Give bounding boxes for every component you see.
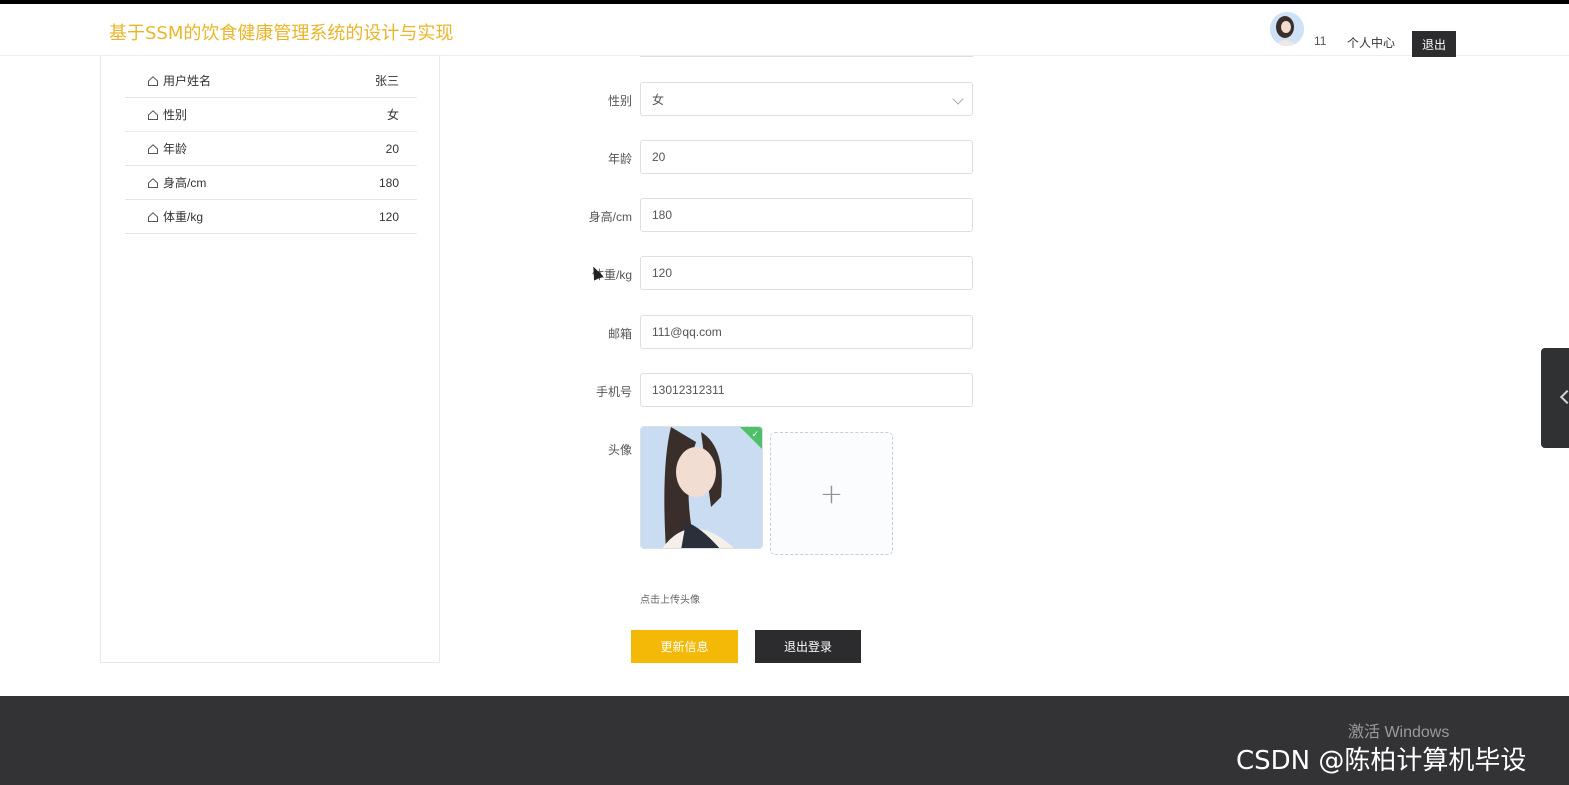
check-icon: ✓ (751, 429, 759, 439)
info-row-height: 身高/cm 180 (125, 166, 417, 200)
user-avatar[interactable] (1270, 12, 1304, 46)
uploaded-avatar-image[interactable]: ✓ (640, 426, 763, 549)
user-center-link[interactable]: 个人中心 (1347, 34, 1395, 51)
age-input[interactable]: 20 (640, 140, 973, 174)
home-icon (148, 75, 158, 86)
gender-select[interactable]: 女 (640, 82, 973, 116)
phone-input[interactable]: 13012312311 (640, 373, 973, 407)
info-label: 性别 (163, 108, 188, 122)
gender-select-value: 女 (652, 92, 665, 107)
height-input[interactable]: 180 (640, 198, 973, 232)
header-logout-button[interactable]: 退出 (1412, 31, 1456, 57)
info-value: 女 (386, 108, 399, 122)
logout-button[interactable]: 退出登录 (755, 630, 861, 663)
plus-icon: + (819, 477, 844, 510)
age-label: 年龄 (607, 152, 632, 166)
previous-field-edge (640, 56, 973, 57)
chevron-left-icon (1559, 389, 1569, 405)
home-icon (148, 211, 158, 222)
phone-label: 手机号 (595, 385, 632, 399)
info-value: 180 (378, 175, 399, 190)
home-icon (148, 177, 158, 188)
info-label: 年龄 (163, 142, 188, 156)
info-label: 用户姓名 (163, 74, 212, 88)
csdn-watermark: CSDN @陈柏计算机毕设 (1236, 746, 1527, 776)
info-value: 张三 (374, 74, 399, 88)
info-value: 120 (378, 209, 399, 224)
info-label: 身高/cm (163, 176, 207, 190)
info-value: 20 (385, 141, 399, 156)
avatar-label: 头像 (607, 443, 632, 457)
header: 基于SSM的饮食健康管理系统的设计与实现 11 个人中心 退出 (0, 4, 1569, 57)
info-row-name: 用户姓名 张三 (125, 64, 417, 98)
chevron-down-icon (952, 93, 964, 105)
info-row-age: 年龄 20 (125, 132, 417, 166)
windows-activation-text: 激活 Windows (1348, 724, 1450, 741)
email-label: 邮箱 (607, 327, 632, 341)
update-info-button[interactable]: 更新信息 (631, 630, 738, 663)
side-drawer-toggle[interactable] (1541, 348, 1569, 448)
info-label: 体重/kg (163, 210, 204, 224)
info-row-gender: 性别 女 (125, 98, 417, 132)
gender-label: 性别 (607, 94, 632, 108)
user-name: 11 (1314, 34, 1327, 48)
weight-input[interactable]: 120 (640, 256, 973, 290)
site-title[interactable]: 基于SSM的饮食健康管理系统的设计与实现 (109, 19, 453, 45)
upload-hint: 点击上传头像 (640, 595, 700, 606)
home-icon (148, 109, 158, 120)
user-info-panel: 用户姓名 张三 性别 女 年龄 20 身高/cm 180 体重/kg 120 (100, 56, 440, 663)
info-row-weight: 体重/kg 120 (125, 200, 417, 234)
email-input[interactable]: 111@qq.com (640, 315, 973, 349)
avatar-upload-button[interactable]: + (770, 432, 893, 555)
height-label: 身高/cm (588, 210, 632, 224)
home-icon (148, 143, 158, 154)
